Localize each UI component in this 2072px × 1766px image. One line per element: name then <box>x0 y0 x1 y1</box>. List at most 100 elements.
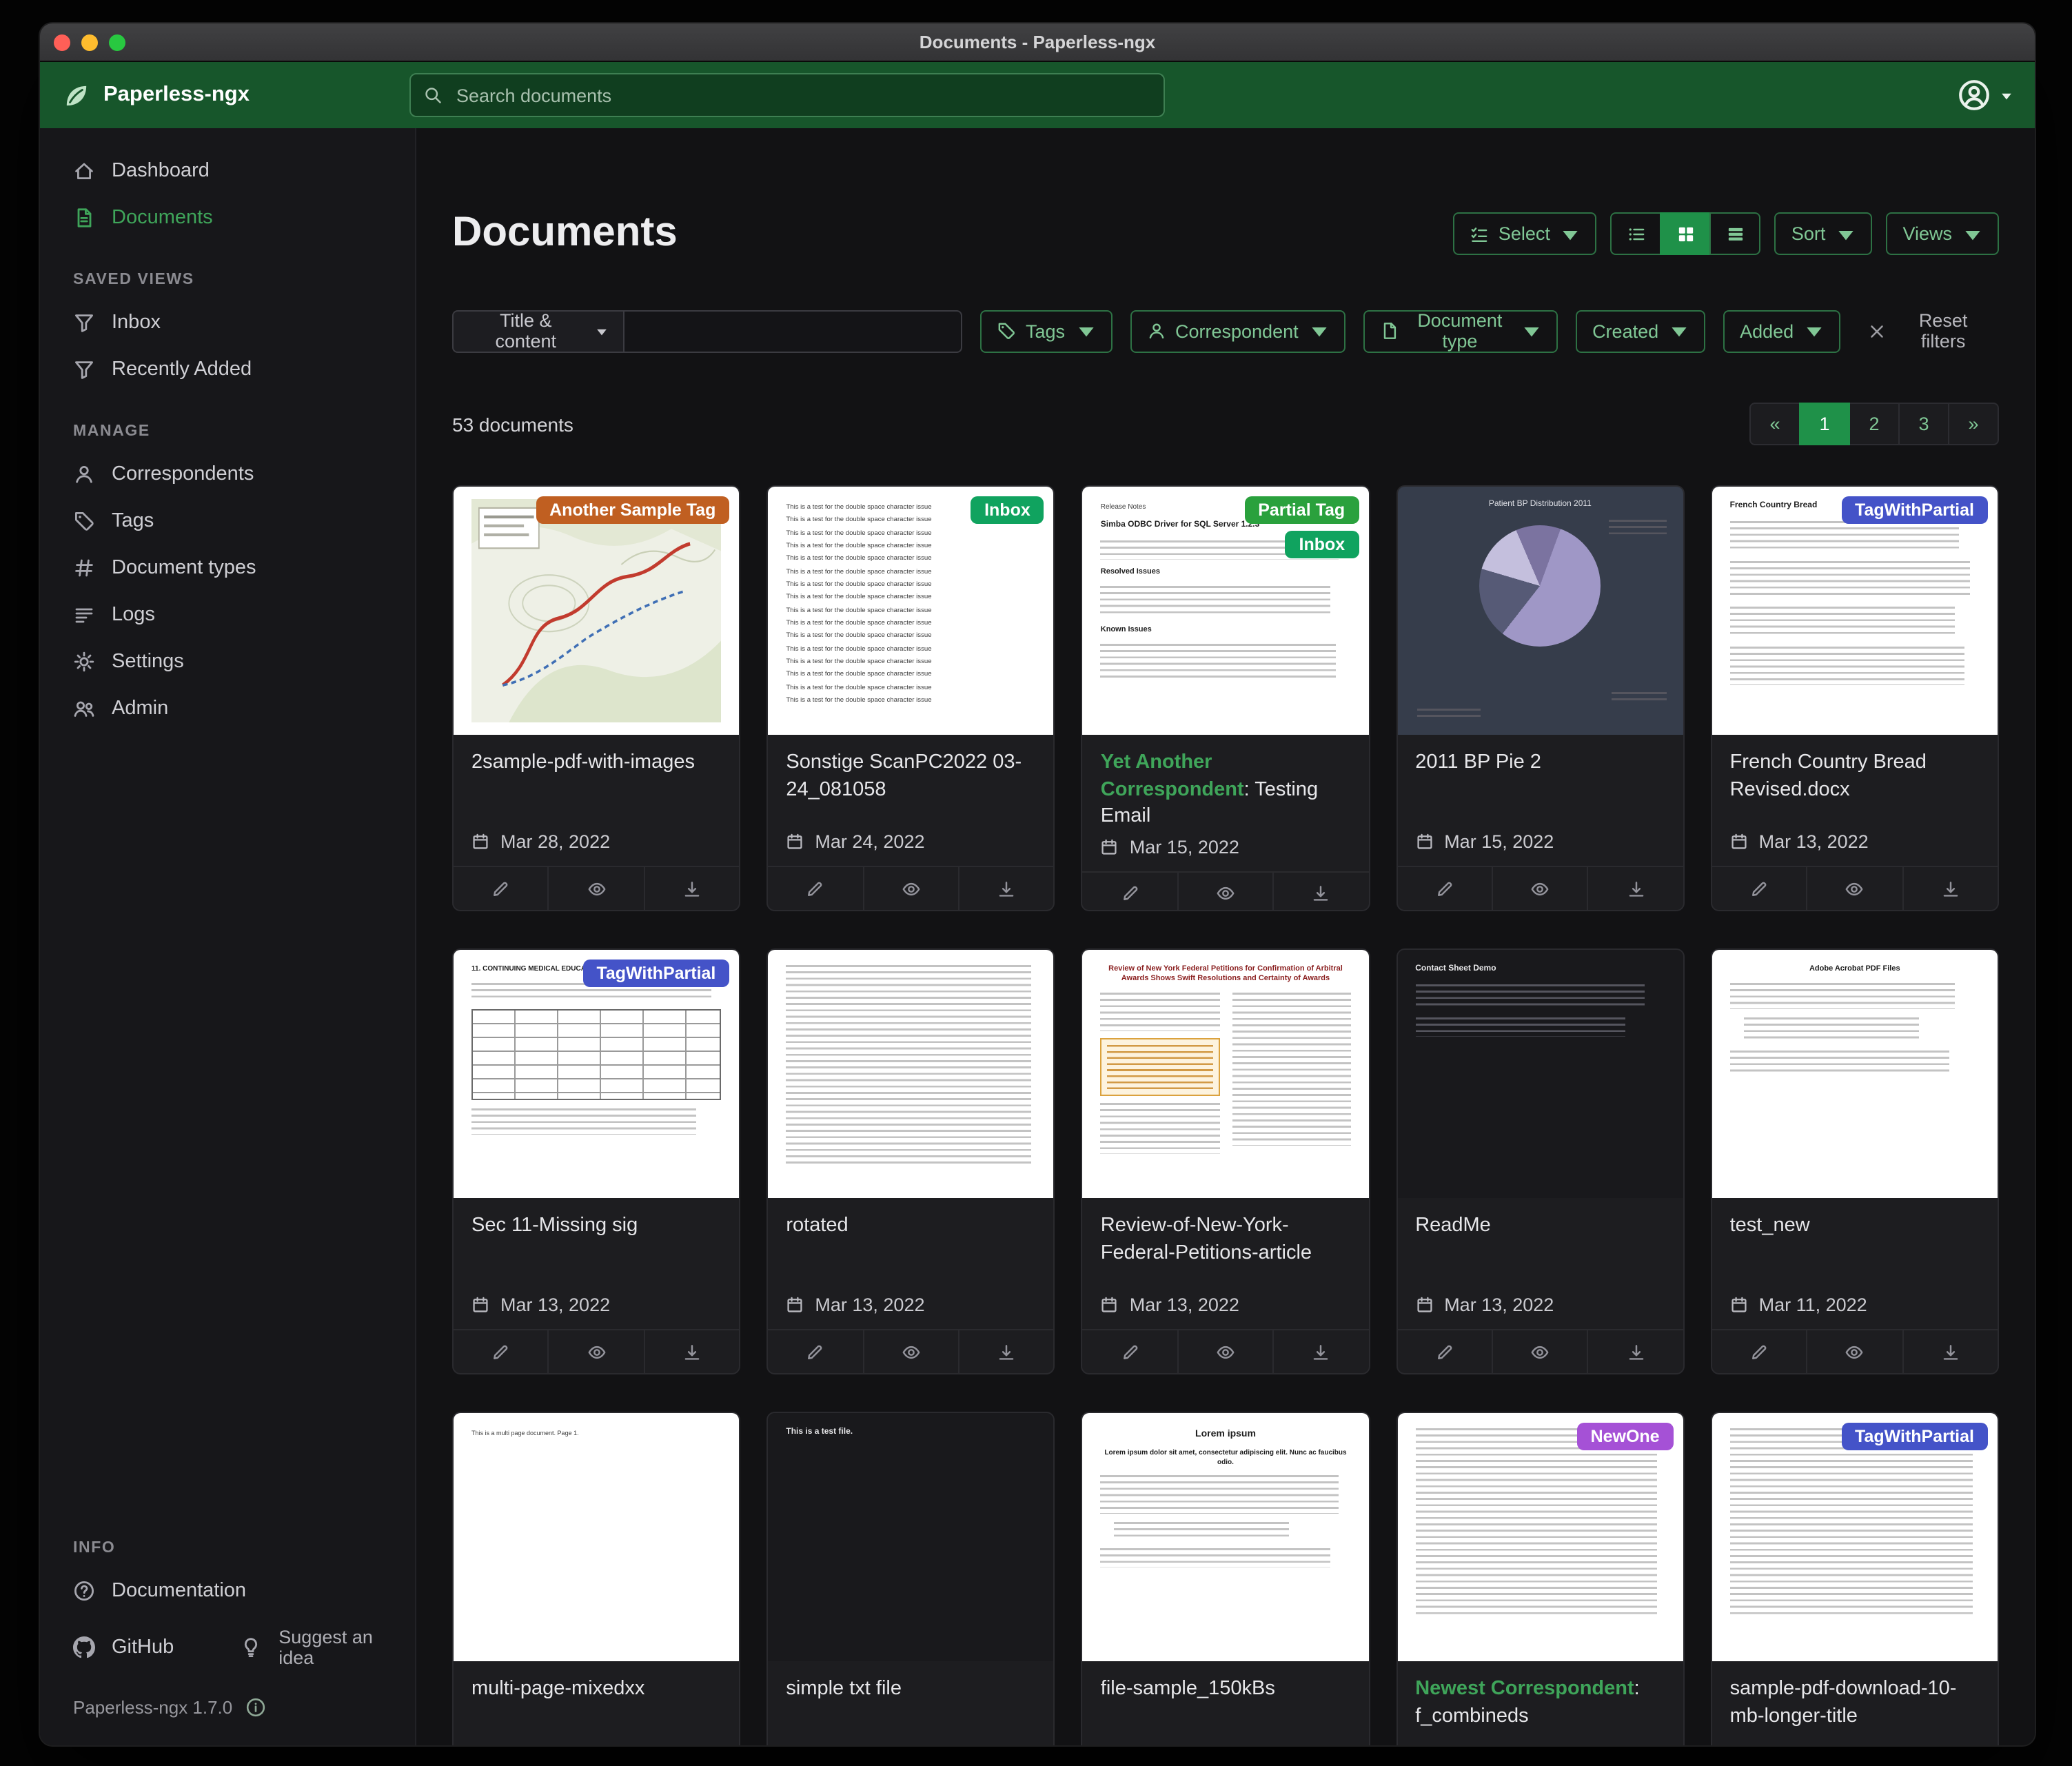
sort-button[interactable]: Sort <box>1775 212 1873 255</box>
document-title[interactable]: test_new <box>1712 1198 1998 1246</box>
document-thumbnail[interactable]: This is a test for the double space char… <box>768 487 1053 735</box>
download-document-button[interactable] <box>1272 1330 1368 1373</box>
document-correspondent[interactable]: Newest Correspondent <box>1415 1678 1634 1700</box>
tag-another-sample-tag[interactable]: Another Sample Tag <box>536 496 729 524</box>
info-icon[interactable] <box>245 1697 265 1718</box>
tag-tagwithpartial[interactable]: TagWithPartial <box>582 960 729 987</box>
edit-document-button[interactable] <box>1712 1330 1807 1373</box>
download-document-button[interactable] <box>1272 872 1368 911</box>
view-document-button[interactable] <box>862 1330 958 1373</box>
filter-created-button[interactable]: Created <box>1576 309 1705 352</box>
document-thumbnail[interactable] <box>768 950 1053 1198</box>
tag-inbox[interactable]: Inbox <box>971 496 1044 524</box>
select-button[interactable]: Select <box>1453 212 1597 255</box>
document-title[interactable]: Newest Correspondent: f_combineds <box>1397 1661 1683 1736</box>
minimize-window-button[interactable] <box>81 34 98 50</box>
pagination-page-1[interactable]: 1 <box>1799 403 1850 445</box>
close-window-button[interactable] <box>54 34 70 50</box>
document-thumbnail[interactable]: TagWithPartial <box>1712 1413 1998 1661</box>
sidebar-item-documentation[interactable]: Documentation <box>40 1567 415 1614</box>
pagination-page-2[interactable]: 2 <box>1849 403 1900 445</box>
filter-added-button[interactable]: Added <box>1723 309 1840 352</box>
filter-text-input[interactable] <box>624 309 962 352</box>
edit-document-button[interactable] <box>454 867 548 910</box>
view-document-button[interactable] <box>1177 1330 1273 1373</box>
document-thumbnail[interactable]: NewOne <box>1397 1413 1683 1661</box>
tag-tagwithpartial[interactable]: TagWithPartial <box>1841 1423 1988 1450</box>
view-details-button[interactable] <box>1710 212 1761 255</box>
sidebar-item-admin[interactable]: Admin <box>40 685 415 732</box>
app-brand[interactable]: Paperless-ngx <box>62 81 409 110</box>
document-title[interactable]: multi-page-mixedxx <box>454 1661 739 1709</box>
pagination-page-3[interactable]: 3 <box>1898 403 1949 445</box>
sidebar-item-inbox[interactable]: Inbox <box>40 299 415 346</box>
download-document-button[interactable] <box>1902 867 1998 910</box>
suggest-an-idea-link[interactable]: Suggest an idea <box>207 1614 390 1681</box>
document-thumbnail[interactable]: Review of New York Federal Petitions for… <box>1083 950 1368 1198</box>
document-thumbnail[interactable]: Adobe Acrobat PDF Files <box>1712 950 1998 1198</box>
pagination-prev-button[interactable]: « <box>1749 403 1800 445</box>
edit-document-button[interactable] <box>454 1330 548 1373</box>
view-document-button[interactable] <box>548 1330 644 1373</box>
sidebar-item-tags[interactable]: Tags <box>40 498 415 545</box>
sidebar-item-github[interactable]: GitHub <box>40 1624 207 1671</box>
reset-filters-button[interactable]: Reset filters <box>1858 309 1999 353</box>
document-correspondent[interactable]: Yet Another Correspondent <box>1101 751 1244 800</box>
tag-inbox[interactable]: Inbox <box>1286 531 1359 558</box>
document-title[interactable]: Sonstige ScanPC2022 03-24_081058 <box>768 735 1053 809</box>
document-thumbnail[interactable]: This is a test file. <box>768 1413 1053 1661</box>
view-document-button[interactable] <box>1806 867 1902 910</box>
document-thumbnail[interactable]: This is a multi page document. Page 1. <box>454 1413 739 1661</box>
title-content-dropdown[interactable]: Title & content <box>452 309 624 352</box>
sidebar-item-documents[interactable]: Documents <box>40 194 415 241</box>
view-document-button[interactable] <box>548 867 644 910</box>
edit-document-button[interactable] <box>1397 867 1492 910</box>
document-title[interactable]: simple txt file <box>768 1661 1053 1709</box>
document-thumbnail[interactable]: Patient BP Distribution 2011 <box>1397 487 1683 735</box>
sidebar-item-logs[interactable]: Logs <box>40 591 415 638</box>
edit-document-button[interactable] <box>1083 872 1177 911</box>
edit-document-button[interactable] <box>1083 1330 1177 1373</box>
edit-document-button[interactable] <box>768 867 862 910</box>
document-title[interactable]: 2011 BP Pie 2 <box>1397 735 1683 782</box>
download-document-button[interactable] <box>958 867 1054 910</box>
download-document-button[interactable] <box>644 867 740 910</box>
view-document-button[interactable] <box>1492 867 1587 910</box>
document-thumbnail[interactable]: French Country BreadTagWithPartial <box>1712 487 1998 735</box>
document-title[interactable]: Sec 11-Missing sig <box>454 1198 739 1246</box>
document-title[interactable]: rotated <box>768 1198 1053 1246</box>
document-thumbnail[interactable]: Release NotesSimba ODBC Driver for SQL S… <box>1083 487 1368 735</box>
view-grid-button[interactable] <box>1660 212 1712 255</box>
document-thumbnail[interactable]: 11. CONTINUING MEDICAL EDUCATagWithParti… <box>454 950 739 1198</box>
document-title[interactable]: 2sample-pdf-with-images <box>454 735 739 782</box>
document-thumbnail[interactable]: Contact Sheet Demo <box>1397 950 1683 1198</box>
view-document-button[interactable] <box>862 867 958 910</box>
document-title[interactable]: ReadMe <box>1397 1198 1683 1246</box>
views-button[interactable]: Views <box>1886 212 1999 255</box>
edit-document-button[interactable] <box>1712 867 1807 910</box>
edit-document-button[interactable] <box>768 1330 862 1373</box>
document-title[interactable]: Review-of-New-York-Federal-Petitions-art… <box>1083 1198 1368 1272</box>
search-input[interactable] <box>454 83 1151 107</box>
view-document-button[interactable] <box>1177 872 1273 911</box>
tag-tagwithpartial[interactable]: TagWithPartial <box>1841 496 1988 524</box>
download-document-button[interactable] <box>1902 1330 1998 1373</box>
filter-correspondent-button[interactable]: Correspondent <box>1130 309 1345 352</box>
document-title[interactable]: French Country Bread Revised.docx <box>1712 735 1998 809</box>
filter-tags-button[interactable]: Tags <box>980 309 1112 352</box>
sidebar-item-correspondents[interactable]: Correspondents <box>40 451 415 498</box>
document-title[interactable]: file-sample_150kBs <box>1083 1661 1368 1709</box>
tag-newone[interactable]: NewOne <box>1577 1423 1674 1450</box>
view-document-button[interactable] <box>1806 1330 1902 1373</box>
download-document-button[interactable] <box>1587 1330 1683 1373</box>
edit-document-button[interactable] <box>1397 1330 1492 1373</box>
download-document-button[interactable] <box>1587 867 1683 910</box>
sidebar-item-recently-added[interactable]: Recently Added <box>40 346 415 393</box>
download-document-button[interactable] <box>644 1330 740 1373</box>
zoom-window-button[interactable] <box>109 34 125 50</box>
download-document-button[interactable] <box>958 1330 1054 1373</box>
sidebar-item-settings[interactable]: Settings <box>40 638 415 685</box>
sidebar-item-dashboard[interactable]: Dashboard <box>40 148 415 194</box>
view-document-button[interactable] <box>1492 1330 1587 1373</box>
view-list-button[interactable] <box>1611 212 1662 255</box>
